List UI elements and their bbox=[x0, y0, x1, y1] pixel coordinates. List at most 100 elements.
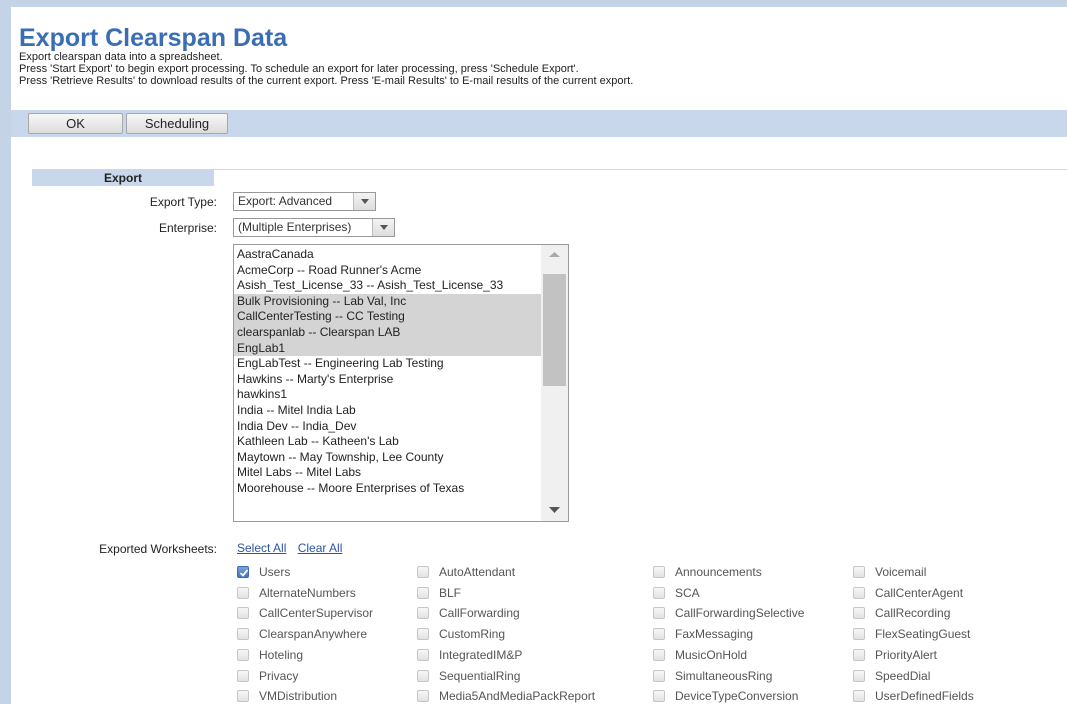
checkbox-icon[interactable] bbox=[237, 607, 249, 620]
worksheet-label: SimultaneousRing bbox=[675, 668, 773, 683]
worksheet-label: CallForwardingSelective bbox=[675, 606, 805, 621]
worksheet-label: CallCenterAgent bbox=[875, 585, 964, 600]
enterprise-list-item[interactable]: Kathleen Lab -- Katheen's Lab bbox=[234, 434, 542, 450]
checkbox-icon[interactable] bbox=[653, 648, 665, 661]
enterprise-list-item[interactable]: Maytown -- May Township, Lee County bbox=[234, 450, 542, 466]
checkbox-icon[interactable] bbox=[853, 566, 865, 578]
chevron-down-icon bbox=[380, 225, 388, 230]
checkbox-icon[interactable] bbox=[853, 586, 865, 599]
enterprise-list-item[interactable]: Mitel Labs -- Mitel Labs bbox=[234, 465, 542, 481]
checkbox-icon[interactable] bbox=[653, 669, 665, 682]
scroll-up-button[interactable] bbox=[541, 245, 568, 265]
export-type-dropdown-arrow[interactable] bbox=[353, 193, 375, 210]
worksheet-label: IntegratedIM&P bbox=[439, 647, 523, 662]
worksheet-label: FaxMessaging bbox=[675, 627, 754, 642]
checkbox-icon[interactable] bbox=[237, 648, 249, 661]
enterprise-label: Enterprise: bbox=[158, 221, 217, 235]
enterprise-list: AastraCanada AcmeCorp -- Road Runner's Ac… bbox=[234, 247, 542, 497]
checkbox-icon[interactable] bbox=[653, 586, 665, 599]
enterprise-list-item[interactable]: India -- Mitel India Lab bbox=[234, 403, 542, 419]
worksheet-label: VMDistribution bbox=[259, 689, 338, 704]
enterprise-list-item[interactable]: AastraCanada bbox=[234, 247, 542, 263]
checkbox-icon[interactable] bbox=[237, 586, 249, 599]
worksheet-label: UserDefinedFields bbox=[875, 689, 974, 704]
page-title: Export Clearspan Data bbox=[19, 24, 288, 52]
worksheet-label: MusicOnHold bbox=[675, 647, 748, 662]
worksheet-label: PriorityAlert bbox=[875, 647, 938, 662]
checkbox-icon[interactable] bbox=[417, 607, 429, 620]
worksheet-label: DeviceTypeConversion bbox=[675, 689, 799, 704]
enterprise-list-item[interactable]: Moorehouse -- Moore Enterprises of Texas bbox=[234, 481, 542, 497]
scrollbar-thumb[interactable] bbox=[543, 274, 566, 386]
checkbox-icon[interactable] bbox=[853, 690, 865, 703]
listbox-scrollbar[interactable] bbox=[541, 245, 568, 521]
worksheet-label: Privacy bbox=[259, 668, 299, 683]
checkbox-icon[interactable] bbox=[653, 690, 665, 703]
scroll-down-button[interactable] bbox=[541, 501, 568, 521]
checkbox-icon[interactable] bbox=[853, 669, 865, 682]
select-all-link[interactable]: Select All bbox=[237, 541, 286, 555]
checkbox-icon[interactable] bbox=[417, 586, 429, 599]
section-title-export: Export bbox=[32, 169, 214, 186]
enterprise-list-item[interactable]: Bulk Provisioning -- Lab Val, Inc bbox=[234, 293, 542, 310]
worksheet-label: Users bbox=[259, 565, 291, 579]
enterprise-list-item[interactable]: hawkins1 bbox=[234, 387, 542, 403]
checkbox-icon[interactable] bbox=[653, 607, 665, 620]
enterprise-value: (Multiple Enterprises) bbox=[238, 220, 352, 234]
worksheet-label: ClearspanAnywhere bbox=[259, 627, 368, 642]
enterprise-list-item[interactable]: clearspanlab -- Clearspan LAB bbox=[234, 324, 542, 341]
checkbox-icon[interactable] bbox=[417, 566, 429, 578]
enterprise-listbox[interactable]: AastraCanada AcmeCorp -- Road Runner's Ac… bbox=[233, 244, 569, 522]
worksheets-label: Exported Worksheets: bbox=[99, 542, 217, 556]
checkbox-icon[interactable] bbox=[853, 648, 865, 661]
ok-button[interactable]: OK bbox=[28, 113, 123, 134]
clear-all-link[interactable]: Clear All bbox=[298, 541, 343, 555]
page-description-3: Press 'Retrieve Results' to download res… bbox=[19, 75, 634, 87]
worksheet-label: SpeedDial bbox=[875, 668, 931, 683]
scroll-down-icon bbox=[549, 507, 560, 513]
checkbox-icon[interactable] bbox=[417, 648, 429, 661]
export-type-select[interactable]: Export: Advanced bbox=[233, 192, 376, 211]
worksheet-label: Hoteling bbox=[259, 647, 304, 662]
toolbar: OK Scheduling bbox=[11, 110, 1067, 137]
enterprise-list-item[interactable]: Asish_Test_License_33 -- Asish_Test_Lice… bbox=[234, 278, 542, 294]
worksheet-label: AutoAttendant bbox=[439, 565, 516, 579]
enterprise-dropdown-arrow[interactable] bbox=[372, 219, 394, 236]
scroll-up-icon bbox=[549, 252, 560, 257]
worksheet-label: AlternateNumbers bbox=[259, 585, 356, 600]
worksheet-label: SCA bbox=[675, 585, 700, 600]
enterprise-list-item[interactable]: India Dev -- India_Dev bbox=[234, 419, 542, 435]
worksheet-label: CallForwarding bbox=[439, 606, 520, 621]
checkbox-icon[interactable] bbox=[237, 669, 249, 682]
scheduling-button[interactable]: Scheduling bbox=[126, 113, 228, 134]
top-border bbox=[0, 0, 1067, 7]
checkbox-icon[interactable] bbox=[417, 690, 429, 703]
checkbox-icon[interactable] bbox=[417, 669, 429, 682]
checkbox-icon[interactable] bbox=[653, 566, 665, 578]
enterprise-list-item[interactable]: Hawkins -- Marty's Enterprise bbox=[234, 372, 542, 388]
checkbox-icon[interactable] bbox=[417, 628, 429, 641]
worksheet-label: FlexSeatingGuest bbox=[875, 627, 971, 642]
checked-checkbox-icon[interactable] bbox=[237, 566, 249, 578]
enterprise-list-item[interactable]: CallCenterTesting -- CC Testing bbox=[234, 309, 542, 325]
enterprise-list-item[interactable]: EngLab1 bbox=[234, 340, 542, 357]
page-description-2: Press 'Start Export' to begin export pro… bbox=[19, 63, 579, 75]
chevron-down-icon bbox=[361, 199, 369, 204]
worksheet-label: BLF bbox=[439, 585, 462, 600]
enterprise-select[interactable]: (Multiple Enterprises) bbox=[233, 218, 395, 237]
checkbox-icon[interactable] bbox=[237, 628, 249, 641]
worksheet-label: SequentialRing bbox=[439, 668, 521, 683]
checkbox-icon[interactable] bbox=[853, 628, 865, 641]
enterprise-list-item[interactable]: EngLabTest -- Engineering Lab Testing bbox=[234, 356, 542, 372]
enterprise-list-item[interactable]: AcmeCorp -- Road Runner's Acme bbox=[234, 263, 542, 279]
worksheet-label: CallRecording bbox=[875, 606, 951, 621]
checkbox-icon[interactable] bbox=[853, 607, 865, 620]
checkbox-icon[interactable] bbox=[237, 690, 249, 703]
worksheet-label: CallCenterSupervisor bbox=[259, 606, 374, 621]
export-type-label: Export Type: bbox=[149, 195, 217, 209]
worksheet-label: Announcements bbox=[675, 565, 762, 579]
worksheet-links: Select All Clear All bbox=[237, 541, 350, 555]
export-type-value: Export: Advanced bbox=[238, 194, 333, 208]
checkbox-icon[interactable] bbox=[653, 628, 665, 641]
worksheet-label: CustomRing bbox=[439, 627, 506, 642]
